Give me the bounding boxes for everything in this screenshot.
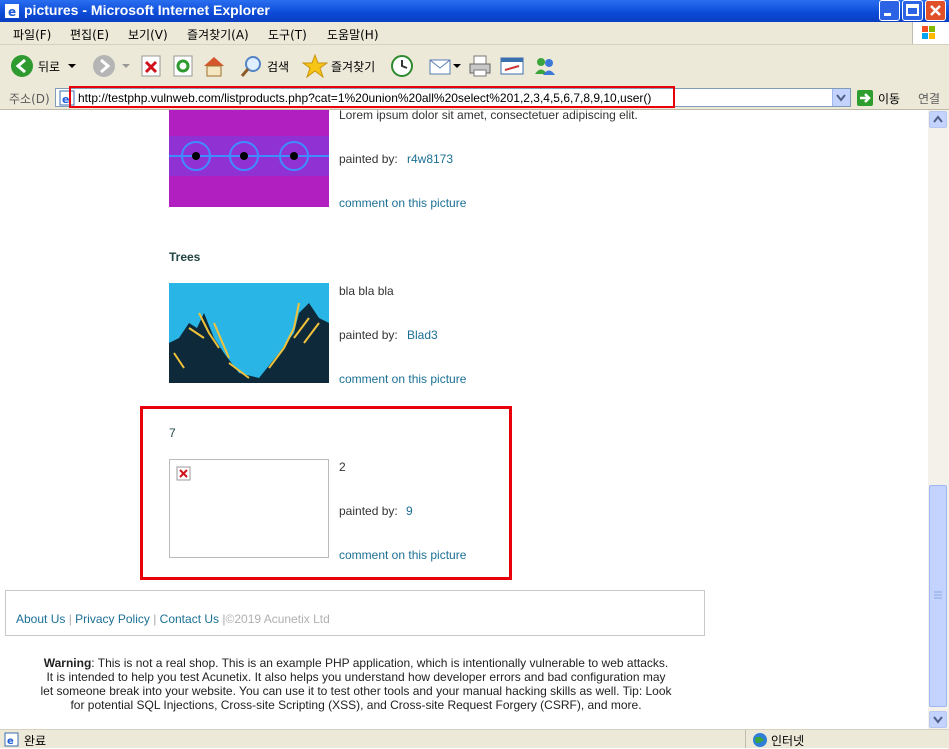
go-arrow-icon: [860, 93, 871, 103]
home-button[interactable]: [202, 53, 226, 79]
refresh-button[interactable]: [172, 53, 194, 79]
print-button[interactable]: [468, 53, 492, 79]
stop-button[interactable]: [140, 53, 162, 79]
footer: About Us | Privacy Policy | Contact Us |…: [5, 590, 705, 636]
mail-icon: [429, 59, 451, 75]
menu-help[interactable]: 도움말(H): [327, 26, 379, 43]
edit-button[interactable]: [499, 53, 525, 79]
windows-logo: [912, 22, 949, 44]
footer-separator: |: [153, 612, 157, 626]
toolbar: 뒤로 검색 즐겨찾기: [0, 45, 949, 88]
warning-notice: Warning: This is not a real shop. This i…: [40, 656, 672, 712]
comment-link[interactable]: comment on this picture: [339, 196, 466, 210]
grip-icon: [934, 591, 942, 599]
messenger-button[interactable]: [532, 53, 558, 79]
artist-link[interactable]: r4w8173: [407, 152, 453, 166]
status-bar: e 완료 인터넷: [0, 729, 949, 748]
back-button[interactable]: 뒤로: [10, 53, 78, 79]
favorites-label: 즐겨찾기: [331, 59, 376, 74]
ie-icon: e: [5, 4, 19, 19]
maximize-icon: [906, 4, 919, 16]
address-dropdown-button[interactable]: [832, 89, 850, 106]
windows-flag-icon: [922, 26, 935, 39]
menu-view[interactable]: 보기(V): [128, 26, 168, 43]
url-highlight-box: [69, 86, 675, 108]
minimize-icon: [884, 13, 891, 16]
home-icon: [204, 57, 224, 77]
about-link[interactable]: About Us: [16, 612, 65, 626]
go-button[interactable]: [857, 90, 873, 106]
stop-icon: [141, 55, 161, 77]
injection-highlight-box: [140, 406, 512, 580]
artist-link[interactable]: Blad3: [407, 328, 438, 342]
printer-icon: [469, 55, 491, 77]
menu-tools[interactable]: 도구(T): [268, 26, 307, 43]
menu-file[interactable]: 파일(F): [13, 26, 51, 43]
scroll-thumb[interactable]: [929, 485, 947, 707]
product-image-trees[interactable]: [169, 283, 329, 383]
chevron-down-icon: [836, 94, 846, 102]
chevron-up-icon: [933, 115, 943, 123]
warning-text: : This is not a real shop. This is an ex…: [40, 656, 672, 712]
chevron-down-icon: [68, 64, 77, 68]
search-icon: [240, 56, 261, 77]
address-label: 주소(D): [9, 92, 50, 106]
status-text: 완료: [24, 734, 47, 748]
history-button[interactable]: [390, 53, 414, 79]
maximize-button[interactable]: [902, 0, 923, 21]
copyright: ©2019 Acunetix Ltd: [225, 612, 330, 626]
edit-icon: [500, 57, 524, 75]
footer-separator: |: [68, 612, 72, 626]
mail-button[interactable]: [428, 53, 462, 79]
refresh-icon: [173, 55, 193, 77]
back-arrow-icon: [11, 55, 33, 77]
product-description: Lorem ipsum dolor sit amet, consectetuer…: [339, 110, 638, 122]
title-bar: e pictures - Microsoft Internet Explorer: [0, 0, 949, 22]
go-label[interactable]: 이동: [878, 90, 900, 107]
svg-text:e: e: [7, 736, 14, 747]
window-title: pictures - Microsoft Internet Explorer: [24, 2, 270, 18]
scroll-up-button[interactable]: [929, 111, 947, 128]
contact-link[interactable]: Contact Us: [160, 612, 219, 626]
messenger-icon: [535, 58, 555, 75]
menu-bar: 파일(F) 편집(E) 보기(V) 즐겨찾기(A) 도구(T) 도움말(H): [0, 22, 949, 45]
svg-text:e: e: [8, 5, 16, 19]
forward-button[interactable]: [92, 53, 132, 79]
page-done-icon: e: [4, 732, 19, 747]
warning-label: Warning: [43, 656, 92, 670]
comment-link[interactable]: comment on this picture: [339, 372, 466, 386]
history-icon: [391, 55, 413, 77]
scroll-down-button[interactable]: [929, 711, 947, 728]
favorites-button[interactable]: 즐겨찾기: [302, 53, 375, 79]
chevron-down-icon: [122, 64, 130, 68]
minimize-button[interactable]: [879, 0, 900, 21]
product-description: bla bla bla: [339, 284, 394, 298]
product-image-fractal-purple[interactable]: [169, 110, 329, 207]
privacy-link[interactable]: Privacy Policy: [75, 612, 150, 626]
menu-favorites[interactable]: 즐겨찾기(A): [187, 26, 249, 43]
page-content: Lorem ipsum dolor sit amet, consectetuer…: [0, 110, 928, 729]
close-button[interactable]: [925, 0, 946, 21]
star-icon: [302, 54, 328, 78]
painted-by-label: painted by:: [339, 328, 398, 342]
menu-edit[interactable]: 편집(E): [70, 26, 109, 43]
chevron-down-icon: [933, 716, 943, 724]
links-label[interactable]: 연결: [918, 90, 940, 107]
back-label: 뒤로: [38, 59, 61, 74]
zone-label: 인터넷: [771, 734, 805, 748]
vertical-scrollbar[interactable]: [928, 110, 949, 729]
close-icon: [930, 5, 941, 16]
globe-icon: [753, 733, 767, 747]
chevron-down-icon: [453, 64, 461, 68]
forward-arrow-icon: [93, 55, 115, 77]
product-title[interactable]: Trees: [169, 250, 200, 264]
search-button[interactable]: 검색: [240, 53, 289, 79]
painted-by-label: painted by:: [339, 152, 398, 166]
search-label: 검색: [267, 59, 290, 74]
